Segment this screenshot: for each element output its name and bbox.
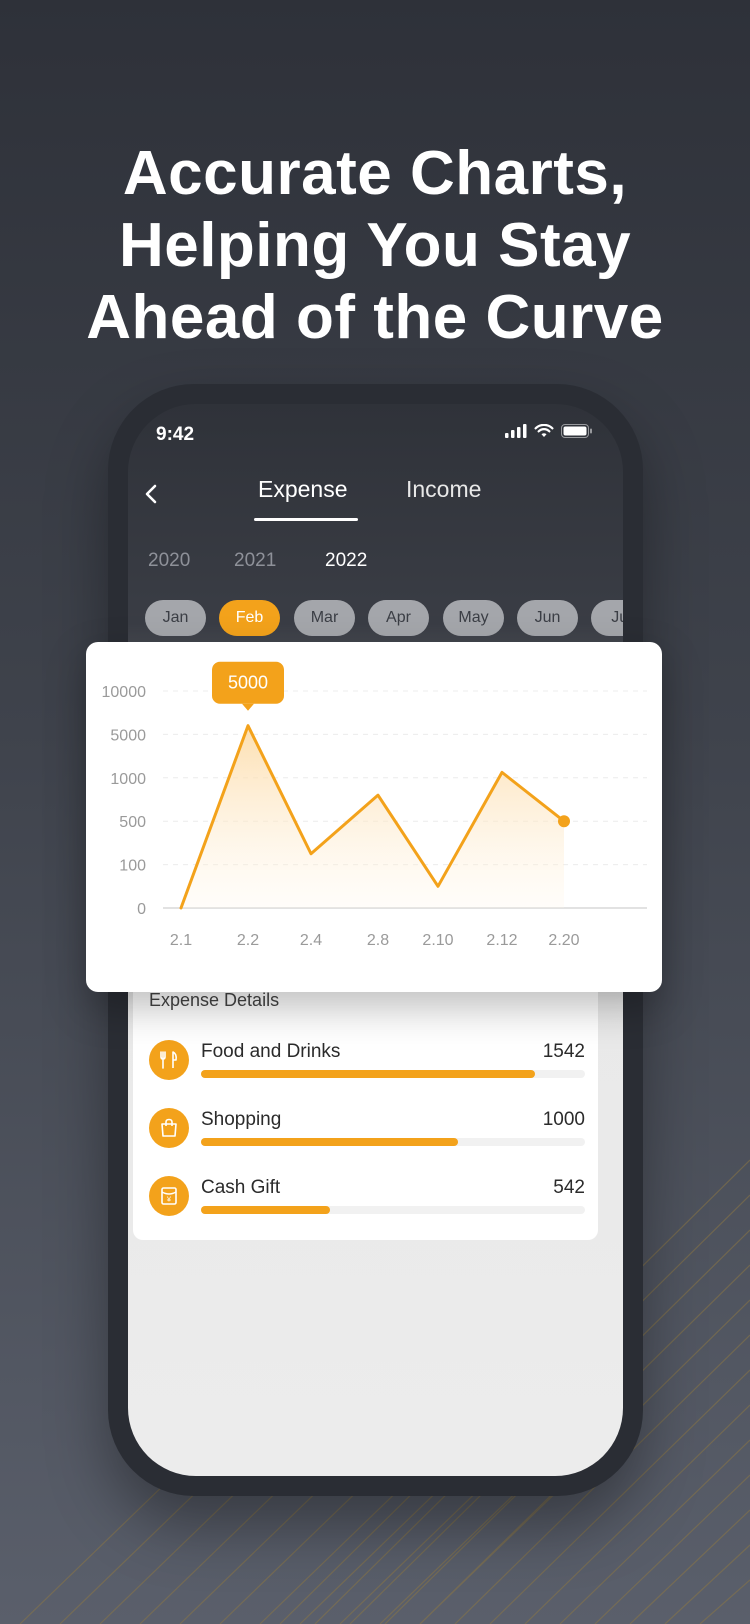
chart-card: 0 100 500 1000 5000 10000 2.1 2.2 2.4 2.8 2.10 2.12…: [86, 642, 662, 992]
year-2022[interactable]: 2022: [325, 550, 367, 572]
expense-row-cash-gift[interactable]: ¥ Cash Gift 542: [149, 1176, 585, 1232]
y-tick-label: 5000: [110, 727, 146, 744]
month-may[interactable]: May: [443, 600, 504, 636]
status-time: 9:42: [156, 424, 195, 445]
expense-progress-track: [201, 1206, 585, 1214]
month-jan[interactable]: Jan: [145, 600, 206, 636]
shopping-bag-icon: [149, 1108, 189, 1148]
expense-progress-fill: [201, 1206, 330, 1214]
expense-label: Food and Drinks: [201, 1041, 341, 1062]
expense-value: 1000: [542, 1109, 585, 1130]
headline-line-2: Helping You Stay: [118, 211, 632, 280]
x-tick-label: 2.2: [237, 932, 259, 949]
status-icons: [505, 424, 593, 438]
y-tick-label: 500: [119, 814, 146, 831]
tab-active-indicator: [254, 518, 358, 521]
year-2021[interactable]: 2021: [234, 550, 276, 572]
month-feb[interactable]: Feb: [219, 600, 280, 636]
headline-line-1: Accurate Charts,: [122, 139, 628, 208]
y-tick-label: 1000: [110, 771, 146, 788]
expense-value: 1542: [542, 1041, 585, 1062]
expense-value: 542: [553, 1177, 585, 1198]
month-apr[interactable]: Apr: [368, 600, 429, 636]
expense-label: Shopping: [201, 1109, 282, 1130]
expense-details-panel: Expense Details Food and Drinks 1542 Sho…: [133, 974, 598, 1240]
year-2020[interactable]: 2020: [148, 550, 190, 572]
fork-knife-icon: [149, 1040, 189, 1080]
data-point-highlight[interactable]: [558, 815, 570, 828]
expense-progress-fill: [201, 1138, 459, 1146]
expense-row-food[interactable]: Food and Drinks 1542: [149, 1040, 585, 1096]
expense-progress-track: [201, 1138, 585, 1146]
month-jul[interactable]: Jul: [591, 600, 623, 636]
expense-label: Cash Gift: [201, 1177, 281, 1198]
x-tick-label: 2.12: [486, 932, 517, 949]
headline: Accurate Charts, Helping You Stay Ahead …: [0, 138, 750, 354]
expense-details-title: Expense Details: [149, 990, 280, 1010]
wifi-icon: [534, 424, 554, 437]
x-tick-label: 2.8: [367, 932, 389, 949]
y-tick-label: 10000: [102, 684, 147, 701]
x-tick-label: 2.4: [300, 932, 322, 949]
expense-line-chart[interactable]: 0 100 500 1000 5000 10000 2.1 2.2 2.4 2.8 2.10 2.12…: [86, 642, 662, 992]
battery-icon: [561, 424, 592, 438]
expense-progress-fill: [201, 1070, 536, 1078]
x-tick-label: 2.20: [548, 932, 579, 949]
red-envelope-icon: ¥: [149, 1176, 189, 1216]
tooltip-label: 5000: [228, 673, 268, 693]
back-chevron-icon[interactable]: [140, 482, 164, 506]
tab-income[interactable]: Income: [406, 476, 481, 503]
x-tick-label: 2.1: [170, 932, 192, 949]
svg-text:¥: ¥: [167, 1195, 172, 1204]
month-jun[interactable]: Jun: [517, 600, 578, 636]
month-selector: Jan Feb Mar Apr May Jun Jul: [145, 600, 623, 638]
tab-expense[interactable]: Expense: [258, 476, 348, 503]
headline-line-3: Ahead of the Curve: [86, 283, 664, 352]
chart-tooltip: 5000: [212, 661, 284, 711]
month-mar[interactable]: Mar: [294, 600, 355, 636]
signal-icon: [505, 424, 527, 438]
y-tick-label: 0: [137, 901, 146, 918]
x-tick-label: 2.10: [422, 932, 453, 949]
expense-progress-track: [201, 1070, 585, 1078]
expense-row-shopping[interactable]: Shopping 1000: [149, 1108, 585, 1164]
y-tick-label: 100: [119, 858, 146, 875]
